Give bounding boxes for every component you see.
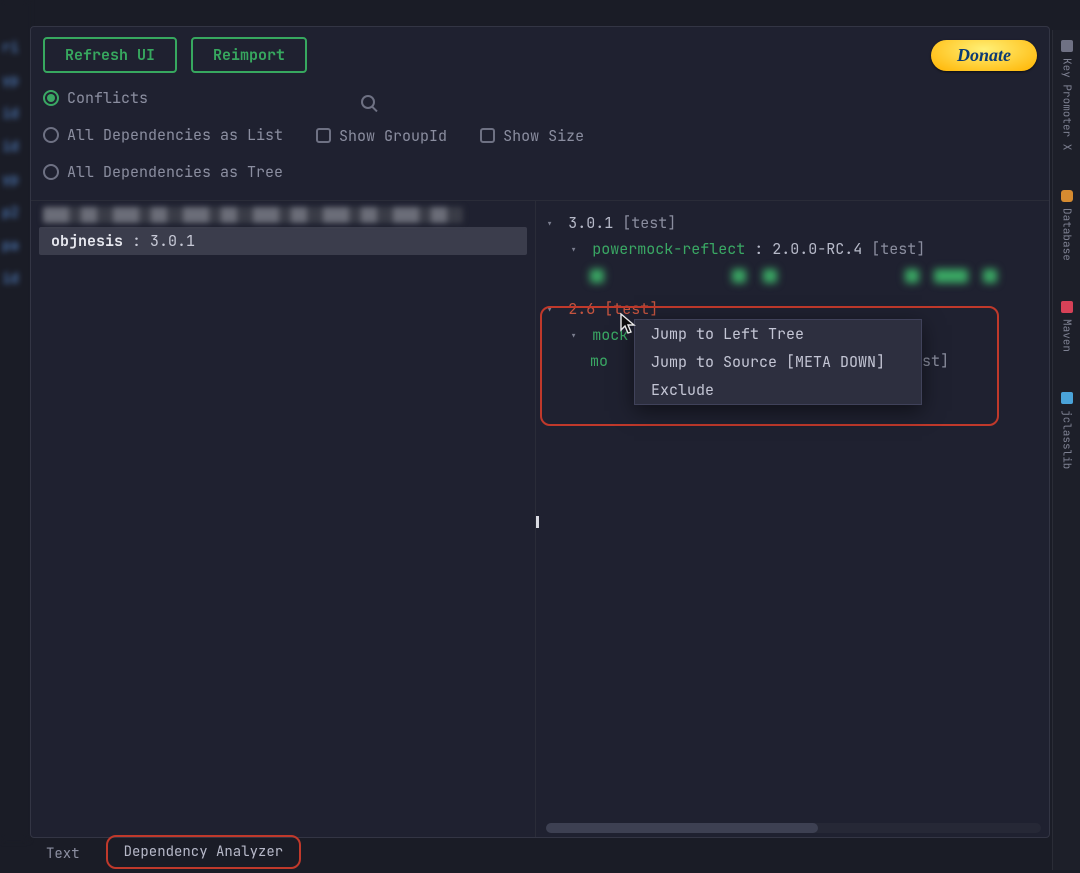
tab-text[interactable]: Text bbox=[30, 839, 96, 869]
node-version: 2.6 bbox=[568, 299, 595, 319]
menu-item-jump-source[interactable]: Jump to Source [META DOWN] bbox=[635, 348, 921, 376]
radio-icon bbox=[43, 164, 59, 180]
toolwindow-label: Database bbox=[1060, 208, 1074, 261]
toolwindow-label: jclasslib bbox=[1060, 410, 1074, 469]
maven-icon bbox=[1061, 301, 1073, 313]
node-scope: [test] bbox=[622, 213, 676, 233]
dep-sep: : bbox=[123, 231, 150, 251]
split-body: objnesis : 3.0.1 3.0.1 [test] powermock-… bbox=[31, 200, 1049, 837]
context-menu: Jump to Left Tree Jump to Source [META D… bbox=[634, 319, 922, 405]
dep-version: 3.0.1 bbox=[150, 231, 195, 251]
tab-dependency-analyzer[interactable]: Dependency Analyzer bbox=[106, 835, 302, 869]
check-size[interactable]: Show Size bbox=[480, 119, 584, 153]
tree-node-conflict[interactable]: 2.6 [test] bbox=[546, 299, 1039, 319]
node-version: 2.0.0-RC.4 bbox=[772, 239, 862, 259]
horizontal-scrollbar[interactable] bbox=[546, 823, 1041, 833]
node-sep: : bbox=[745, 239, 772, 259]
node-artifact: mo bbox=[590, 351, 608, 371]
check-groupid[interactable]: Show GroupId bbox=[316, 119, 447, 153]
radio-icon bbox=[43, 90, 59, 106]
tree-node[interactable]: powermock-reflect : 2.0.0-RC.4 [test] bbox=[546, 239, 1039, 259]
toolwindow-keypromoter[interactable]: Key Promoter X bbox=[1060, 40, 1074, 150]
database-icon bbox=[1061, 190, 1073, 202]
radio-tree[interactable]: All Dependencies as Tree bbox=[43, 155, 283, 189]
refresh-button[interactable]: Refresh UI bbox=[43, 37, 177, 73]
editor-tabs: Text Dependency Analyzer bbox=[30, 839, 301, 869]
radio-label: All Dependencies as List bbox=[67, 118, 283, 152]
radio-conflicts[interactable]: Conflicts bbox=[43, 81, 148, 115]
node-artifact: powermock-reflect bbox=[592, 239, 745, 259]
list-item[interactable]: objnesis : 3.0.1 bbox=[39, 227, 527, 255]
radio-label: All Dependencies as Tree bbox=[67, 155, 283, 189]
radio-list[interactable]: All Dependencies as List bbox=[43, 118, 283, 152]
redacted-item bbox=[43, 207, 463, 223]
gear-icon bbox=[1061, 40, 1073, 52]
reimport-button[interactable]: Reimport bbox=[191, 37, 307, 73]
checkbox-icon bbox=[480, 128, 495, 143]
toolwindow-jclasslib[interactable]: jclasslib bbox=[1060, 392, 1074, 469]
radio-label: Conflicts bbox=[67, 81, 148, 115]
right-toolwindows: Key Promoter X Database Maven jclasslib bbox=[1052, 30, 1080, 870]
dependency-tree-pane: 3.0.1 [test] powermock-reflect : 2.0.0-R… bbox=[536, 201, 1049, 837]
node-version: 3.0.1 bbox=[568, 213, 613, 233]
tree-node[interactable]: 3.0.1 [test] bbox=[546, 213, 1039, 233]
node-scope: [test] bbox=[604, 299, 658, 319]
tree-node-redacted bbox=[546, 265, 1039, 285]
chevron-down-icon[interactable] bbox=[546, 213, 553, 233]
chevron-down-icon[interactable] bbox=[546, 299, 553, 319]
node-scope-tail: st] bbox=[922, 351, 949, 371]
dep-name: objnesis bbox=[51, 231, 123, 251]
view-options: Conflicts All Dependencies as List Show … bbox=[31, 81, 1049, 200]
toolbar: Refresh UI Reimport Donate bbox=[31, 27, 1049, 81]
dependency-analyzer-panel: Refresh UI Reimport Donate Conflicts All… bbox=[30, 26, 1050, 838]
toolwindow-label: Maven bbox=[1060, 319, 1074, 352]
splitter-handle[interactable] bbox=[536, 516, 539, 528]
search-icon[interactable] bbox=[361, 95, 375, 109]
editor-gutter: ri yp idid ypp2 pa id bbox=[0, 0, 28, 840]
chevron-down-icon[interactable] bbox=[570, 239, 577, 259]
jclasslib-icon bbox=[1061, 392, 1073, 404]
donate-button[interactable]: Donate bbox=[931, 40, 1037, 71]
checkbox-icon bbox=[316, 128, 331, 143]
scrollbar-thumb[interactable] bbox=[546, 823, 818, 833]
conflicts-list-pane: objnesis : 3.0.1 bbox=[31, 201, 536, 837]
node-artifact: mock bbox=[592, 325, 628, 345]
menu-item-exclude[interactable]: Exclude bbox=[635, 376, 921, 404]
menu-item-jump-left[interactable]: Jump to Left Tree bbox=[635, 320, 921, 348]
toolwindow-maven[interactable]: Maven bbox=[1060, 301, 1074, 352]
chevron-down-icon[interactable] bbox=[570, 325, 577, 345]
radio-icon bbox=[43, 127, 59, 143]
check-label: Show GroupId bbox=[339, 119, 447, 153]
toolwindow-database[interactable]: Database bbox=[1060, 190, 1074, 261]
node-scope: [test] bbox=[871, 239, 925, 259]
toolwindow-label: Key Promoter X bbox=[1060, 58, 1074, 150]
check-label: Show Size bbox=[503, 119, 584, 153]
